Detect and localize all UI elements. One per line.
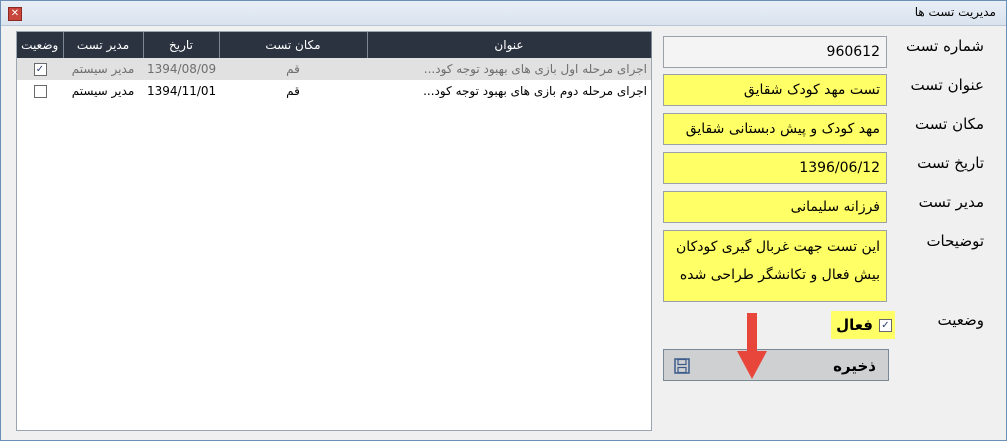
title-cell: اجرای مرحله دوم بازی های بهبود توجه کود.… bbox=[367, 80, 651, 102]
arrow-down-icon bbox=[737, 313, 767, 379]
active-checkbox-wrapper[interactable]: فعال ✓ bbox=[831, 311, 895, 339]
save-button-label: ذخیره bbox=[833, 357, 876, 375]
table-row[interactable]: مدیر سیستم 1394/11/01 قم اجرای مرحله دوم… bbox=[17, 80, 651, 102]
location-cell: قم bbox=[219, 80, 367, 102]
test-title-field[interactable]: تست مهد کودک شقایق bbox=[663, 74, 887, 106]
date-cell: 1394/11/01 bbox=[143, 80, 219, 102]
window: ✕ مدیریت تست ها وضعیت مدیر تست تاریخ مکا… bbox=[0, 0, 1007, 441]
test-date-field[interactable]: 1396/06/12 bbox=[663, 152, 887, 184]
test-number-field[interactable]: 960612 bbox=[663, 36, 887, 68]
tests-grid-panel: وضعیت مدیر تست تاریخ مکان تست عنوان ✓ مد… bbox=[16, 31, 652, 431]
close-icon[interactable]: ✕ bbox=[8, 7, 22, 21]
grid-header-row: وضعیت مدیر تست تاریخ مکان تست عنوان bbox=[17, 32, 652, 58]
description-field[interactable]: این تست جهت غربال گیری کودکان بیش فعال و… bbox=[663, 230, 887, 302]
manager-cell: مدیر سیستم bbox=[63, 80, 143, 102]
active-checkbox[interactable]: ✓ bbox=[879, 319, 892, 332]
save-button[interactable]: ذخیره bbox=[663, 349, 889, 381]
description-line-1: این تست جهت غربال گیری کودکان bbox=[676, 239, 880, 255]
test-manager-field[interactable]: فرزانه سلیمانی bbox=[663, 191, 887, 223]
table-row[interactable]: ✓ مدیر سیستم 1394/08/09 قم اجرای مرحله ا… bbox=[17, 58, 651, 80]
col-header-date[interactable]: تاریخ bbox=[143, 32, 220, 58]
title-cell: اجرای مرحله اول بازی های بهبود توجه کود.… bbox=[367, 58, 651, 80]
status-cell[interactable]: ✓ bbox=[17, 58, 63, 80]
col-header-title[interactable]: عنوان bbox=[367, 32, 652, 58]
description-line-2: بیش فعال و تکانشگر طراحی شده bbox=[679, 267, 880, 283]
window-title: مدیریت تست ها bbox=[914, 5, 996, 19]
date-cell: 1394/08/09 bbox=[143, 58, 219, 80]
save-icon bbox=[674, 358, 690, 374]
location-cell: قم bbox=[219, 58, 367, 80]
col-header-manager[interactable]: مدیر تست bbox=[63, 32, 144, 58]
title-bar: ✕ مدیریت تست ها bbox=[1, 1, 1006, 26]
tests-grid: وضعیت مدیر تست تاریخ مکان تست عنوان ✓ مد… bbox=[17, 32, 652, 102]
status-cell[interactable] bbox=[17, 80, 63, 102]
active-checkbox-label: فعال bbox=[836, 316, 873, 334]
status-checkbox[interactable] bbox=[33, 85, 47, 98]
status-checkbox[interactable]: ✓ bbox=[33, 63, 47, 76]
test-location-field[interactable]: مهد کودک و پیش دبستانی شقایق bbox=[663, 113, 887, 145]
manager-cell: مدیر سیستم bbox=[63, 58, 143, 80]
col-header-status[interactable]: وضعیت bbox=[17, 32, 64, 58]
col-header-location[interactable]: مکان تست bbox=[219, 32, 368, 58]
